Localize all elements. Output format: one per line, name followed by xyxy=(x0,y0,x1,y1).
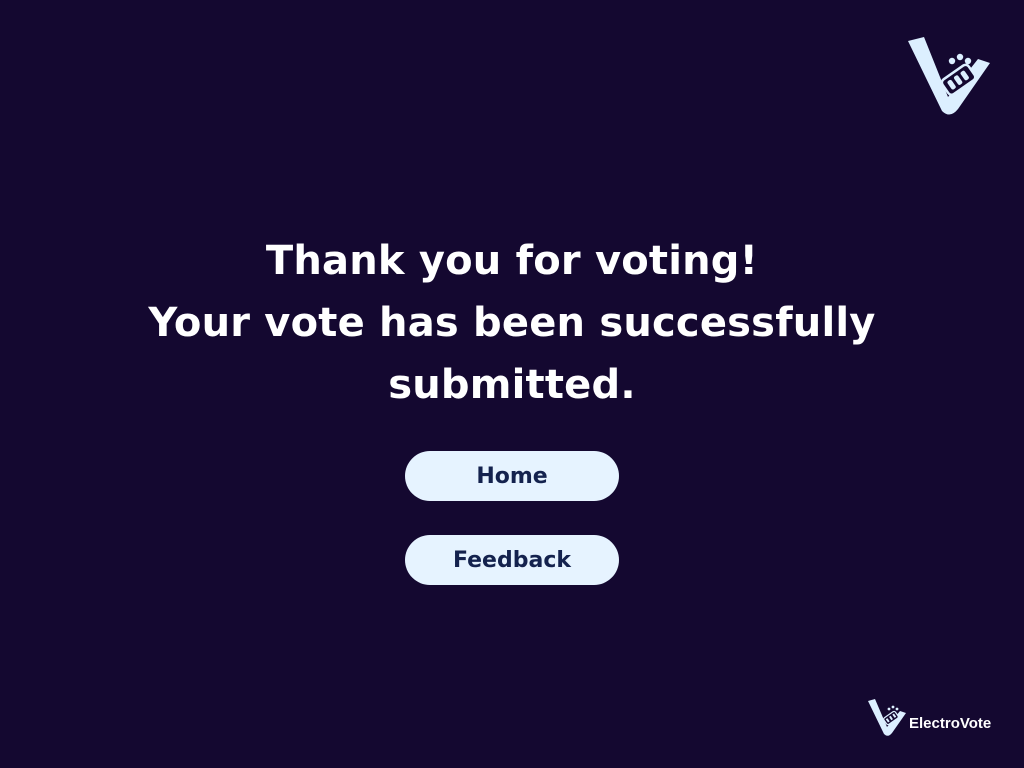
feedback-button[interactable]: Feedback xyxy=(405,535,619,585)
message-line-3: submitted. xyxy=(388,362,636,408)
home-button[interactable]: Home xyxy=(405,451,619,501)
confirmation-message: Thank you for voting! Your vote has been… xyxy=(112,230,912,416)
message-line-2: Your vote has been successfully xyxy=(148,300,876,346)
electrovote-mark-icon xyxy=(868,699,906,736)
brand-name: ElectroVote xyxy=(909,714,992,732)
brand-footer: ElectroVote xyxy=(866,697,991,737)
electrovote-logo-icon xyxy=(908,37,990,115)
message-line-1: Thank you for voting! xyxy=(265,238,759,284)
